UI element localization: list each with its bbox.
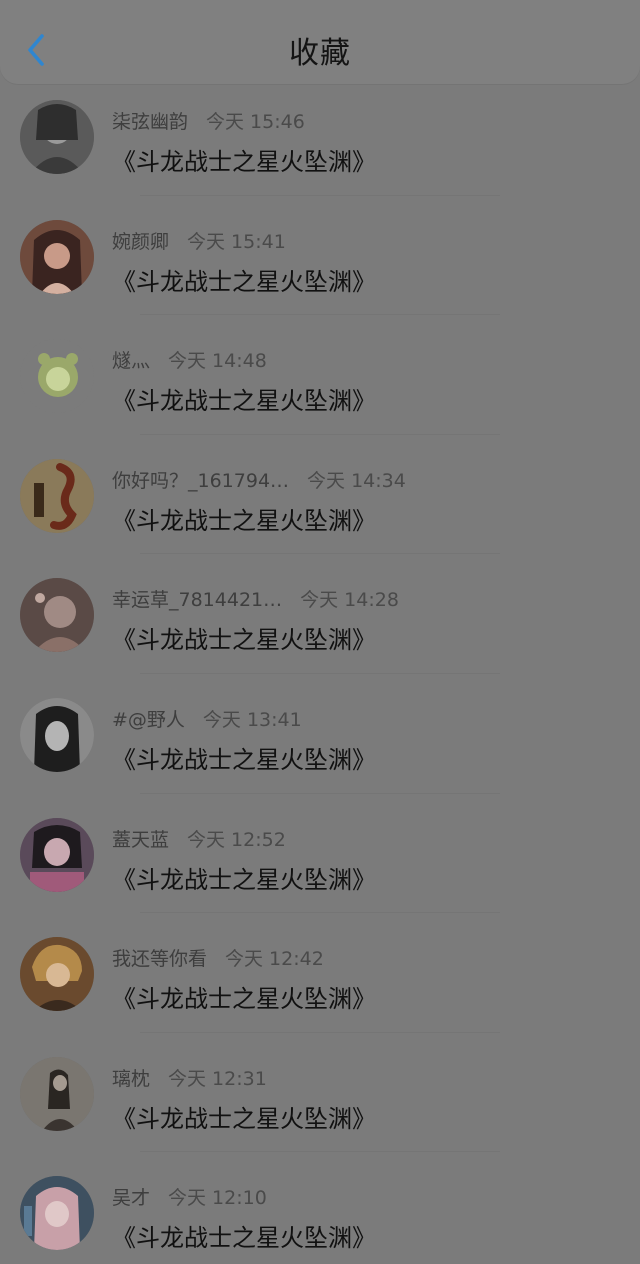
username[interactable]: 柒弦幽韵 — [112, 111, 188, 133]
book-title[interactable]: 《斗龙战士之星火坠渊》 — [112, 381, 376, 416]
username[interactable]: 璃枕 — [112, 1068, 150, 1090]
list-item[interactable]: 幸运草_7814421… 今天 14:28 《斗龙战士之星火坠渊》 — [0, 568, 640, 688]
book-title[interactable]: 《斗龙战士之星火坠渊》 — [112, 620, 376, 655]
page-title: 收藏 — [289, 36, 351, 71]
username[interactable]: #@野人 — [112, 709, 185, 731]
timestamp: 今天 12:52 — [187, 828, 286, 851]
divider — [140, 433, 500, 435]
divider — [140, 672, 500, 674]
timestamp: 今天 14:34 — [307, 469, 406, 492]
timestamp: 今天 12:42 — [225, 948, 324, 971]
avatar[interactable] — [20, 339, 94, 414]
book-title[interactable]: 《斗龙战士之星火坠渊》 — [112, 1099, 376, 1134]
avatar[interactable] — [20, 937, 94, 1012]
list-item[interactable]: 婉颜卿 今天 15:41 《斗龙战士之星火坠渊》 — [0, 210, 640, 330]
username[interactable]: 燧灬 — [112, 350, 150, 372]
book-title[interactable]: 《斗龙战士之星火坠渊》 — [112, 740, 376, 775]
book-title[interactable]: 《斗龙战士之星火坠渊》 — [112, 501, 376, 536]
avatar[interactable] — [20, 817, 94, 892]
divider — [140, 1031, 500, 1033]
divider — [140, 553, 500, 555]
list-item[interactable]: #@野人 今天 13:41 《斗龙战士之星火坠渊》 — [0, 688, 640, 808]
timestamp: 今天 15:41 — [187, 230, 286, 253]
avatar[interactable] — [20, 1176, 94, 1251]
avatar[interactable] — [20, 219, 94, 294]
username[interactable]: 你好吗？_161794… — [112, 470, 289, 492]
list-item[interactable]: 蓋天蓝 今天 12:52 《斗龙战士之星火坠渊》 — [0, 808, 640, 928]
list-item[interactable]: 我还等你看 今天 12:42 《斗龙战士之星火坠渊》 — [0, 927, 640, 1047]
timestamp: 今天 14:48 — [168, 350, 267, 373]
list-item[interactable]: 柒弦幽韵 今天 15:46 《斗龙战士之星火坠渊》 — [0, 90, 640, 210]
favorites-page: 收藏 柒弦幽韵 今天 15:46 《斗龙战士之星火坠渊》 婉颜卿 今天 15:41 … — [0, 0, 640, 1264]
timestamp: 今天 15:46 — [206, 111, 305, 133]
avatar[interactable] — [20, 1056, 94, 1131]
book-title[interactable]: 《斗龙战士之星火坠渊》 — [112, 860, 376, 895]
username[interactable]: 幸运草_7814421… — [112, 589, 282, 611]
timestamp: 今天 12:31 — [168, 1067, 267, 1090]
top-nav-bar: 收藏 — [0, 0, 640, 84]
avatar[interactable] — [20, 100, 94, 174]
avatar[interactable] — [20, 697, 94, 772]
list-item[interactable]: 吴才 今天 12:10 《斗龙战士之星火坠渊》 — [0, 1166, 640, 1264]
username[interactable]: 蓋天蓝 — [112, 829, 169, 851]
timestamp: 今天 12:10 — [168, 1187, 267, 1210]
username[interactable]: 婉颜卿 — [112, 231, 169, 253]
divider — [140, 792, 500, 794]
list-item[interactable]: 璃枕 今天 12:31 《斗龙战士之星火坠渊》 — [0, 1047, 640, 1167]
timestamp: 今天 14:28 — [300, 589, 399, 612]
divider — [140, 1151, 500, 1153]
book-title[interactable]: 《斗龙战士之星火坠渊》 — [112, 262, 376, 297]
username[interactable]: 吴才 — [112, 1187, 150, 1209]
favorites-list: 柒弦幽韵 今天 15:46 《斗龙战士之星火坠渊》 婉颜卿 今天 15:41 《斗龙… — [0, 90, 640, 1264]
username[interactable]: 我还等你看 — [112, 948, 207, 970]
divider — [140, 314, 500, 316]
avatar[interactable] — [20, 458, 94, 533]
timestamp: 今天 13:41 — [202, 708, 302, 731]
book-title[interactable]: 《斗龙战士之星火坠渊》 — [112, 979, 376, 1014]
book-title[interactable]: 《斗龙战士之星火坠渊》 — [112, 142, 376, 177]
list-item[interactable]: 你好吗？_161794… 今天 14:34 《斗龙战士之星火坠渊》 — [0, 449, 640, 569]
divider — [140, 194, 500, 196]
list-item[interactable]: 燧灬 今天 14:48 《斗龙战士之星火坠渊》 — [0, 329, 640, 449]
divider — [140, 912, 500, 914]
avatar[interactable] — [20, 578, 94, 653]
book-title[interactable]: 《斗龙战士之星火坠渊》 — [112, 1218, 376, 1253]
